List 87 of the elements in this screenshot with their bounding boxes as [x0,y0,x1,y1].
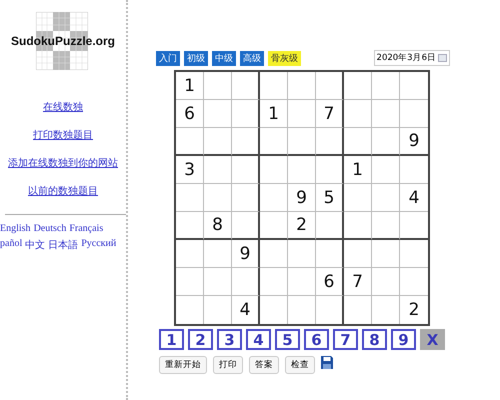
grid-cell[interactable] [372,128,400,156]
grid-cell[interactable] [344,212,372,240]
number-key[interactable]: 8 [362,329,387,350]
grid-cell[interactable] [204,72,232,100]
grid-cell[interactable] [372,156,400,184]
grid-cell[interactable]: 2 [400,296,428,324]
grid-cell[interactable] [232,268,260,296]
grid-cell[interactable] [316,156,344,184]
grid-cell[interactable] [204,184,232,212]
site-logo[interactable]: SudokuPuzzle.org [8,12,118,70]
action-button[interactable]: 重新开始 [159,356,207,374]
language-link[interactable]: 日本語 [48,238,78,252]
grid-cell[interactable] [176,184,204,212]
grid-cell[interactable] [260,72,288,100]
grid-cell[interactable] [316,240,344,268]
number-key[interactable]: 4 [246,329,271,350]
save-icon[interactable] [321,356,333,369]
grid-cell[interactable] [372,100,400,128]
date-field[interactable]: 2020年3月6日 [374,50,450,66]
action-button[interactable]: 答案 [249,356,279,374]
grid-cell[interactable] [372,240,400,268]
calendar-icon[interactable] [438,54,447,62]
grid-cell[interactable] [372,72,400,100]
nav-link[interactable]: 打印数独题目 [33,128,93,142]
grid-cell[interactable] [260,128,288,156]
grid-cell[interactable] [344,128,372,156]
number-key[interactable]: 7 [333,329,358,350]
number-key[interactable]: 9 [391,329,416,350]
grid-cell[interactable] [260,268,288,296]
language-link[interactable]: pañol [0,238,22,252]
nav-link[interactable]: 添加在线数独到你的网站 [8,156,118,170]
grid-cell[interactable] [260,240,288,268]
action-button[interactable]: 打印 [213,356,243,374]
grid-cell[interactable] [232,128,260,156]
number-key[interactable]: 5 [275,329,300,350]
clear-key[interactable]: X [420,329,445,350]
grid-cell[interactable] [288,128,316,156]
grid-cell[interactable] [232,72,260,100]
grid-cell[interactable] [204,240,232,268]
number-key[interactable]: 3 [217,329,242,350]
grid-cell[interactable] [176,240,204,268]
level-tab[interactable]: 高级 [240,50,264,66]
grid-cell[interactable] [372,184,400,212]
language-link[interactable]: Français [69,223,104,234]
grid-cell[interactable] [204,156,232,184]
level-tab[interactable]: 入门 [156,50,180,66]
grid-cell[interactable] [204,100,232,128]
grid-cell[interactable] [260,212,288,240]
grid-cell[interactable] [316,72,344,100]
grid-cell[interactable] [372,212,400,240]
grid-cell[interactable] [260,184,288,212]
action-button[interactable]: 检查 [285,356,315,374]
number-key[interactable]: 1 [159,329,184,350]
level-tab[interactable]: 中级 [212,50,236,66]
grid-cell[interactable] [288,240,316,268]
language-link[interactable]: English [0,223,31,234]
grid-cell[interactable] [260,156,288,184]
language-link[interactable]: Deutsch [34,223,66,234]
grid-cell[interactable] [204,268,232,296]
grid-cell[interactable] [232,184,260,212]
grid-cell[interactable] [288,72,316,100]
grid-cell[interactable] [344,184,372,212]
grid-cell[interactable]: 9 [288,184,316,212]
grid-cell[interactable] [344,72,372,100]
number-key[interactable]: 2 [188,329,213,350]
language-link[interactable]: 中文 [25,238,46,252]
grid-cell[interactable] [204,128,232,156]
level-tab[interactable]: 骨灰级 [268,50,301,66]
nav-link[interactable]: 在线数独 [43,100,83,114]
grid-cell[interactable] [232,212,260,240]
grid-cell[interactable] [176,128,204,156]
grid-cell[interactable] [344,240,372,268]
language-link[interactable]: Русский [81,238,116,252]
grid-cell[interactable] [316,128,344,156]
grid-cell[interactable] [176,268,204,296]
grid-cell[interactable] [232,156,260,184]
grid-cell[interactable] [232,100,260,128]
grid-cell[interactable] [176,212,204,240]
grid-cell[interactable] [288,268,316,296]
grid-cell[interactable] [288,156,316,184]
number-key[interactable]: 6 [304,329,329,350]
nav-link[interactable]: 以前的数独题目 [28,184,98,198]
grid-cell[interactable] [316,212,344,240]
grid-cell[interactable] [344,100,372,128]
level-tab[interactable]: 初级 [184,50,208,66]
grid-cell[interactable] [372,268,400,296]
grid-cell[interactable] [288,100,316,128]
